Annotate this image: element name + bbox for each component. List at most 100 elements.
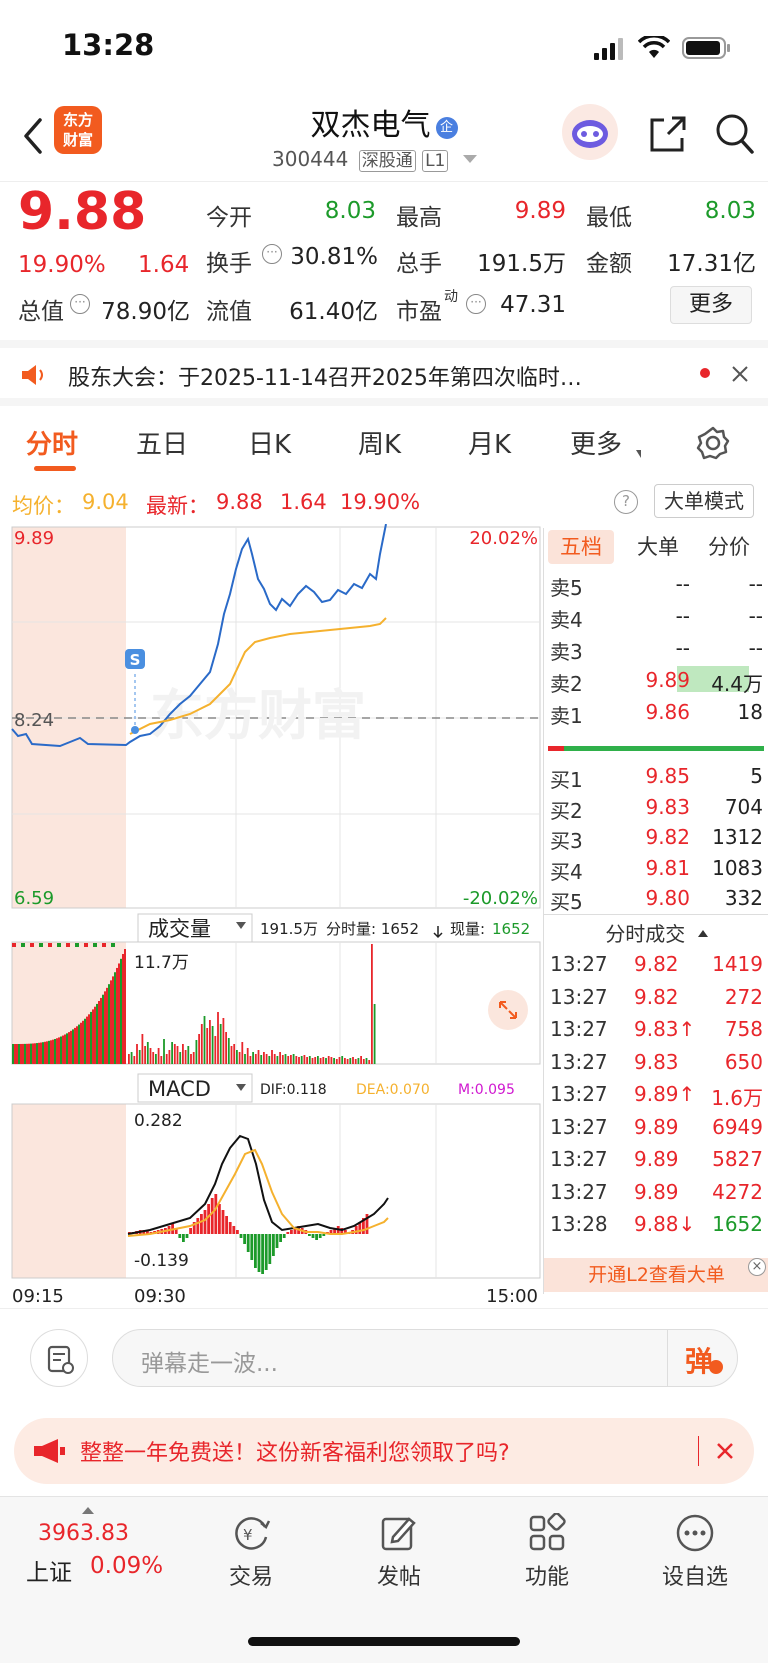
tab-daily-k[interactable]: 日K [248, 424, 291, 461]
volume-bar [279, 1052, 281, 1064]
macd-bar [225, 1216, 228, 1234]
volume-bar [122, 953, 124, 1064]
volume-bar [62, 1035, 64, 1064]
volume-bar [198, 1034, 200, 1064]
volume-bar [206, 1028, 209, 1064]
macd-dea-line [127, 1148, 389, 1237]
vol-selector: 成交量 [148, 917, 211, 941]
l2-banner[interactable]: 开通L2查看大单 [544, 1258, 768, 1292]
volume-bar [238, 1052, 241, 1064]
volume-bar [124, 949, 126, 1064]
ask-level: 卖5 [550, 576, 583, 600]
ask-volume: 4.4万 [711, 672, 763, 696]
macd-dif-line [127, 1134, 389, 1235]
trade-row: 13:27 9.89 6949 [544, 1111, 768, 1145]
note-icon[interactable] [30, 1329, 88, 1387]
volume-bar [26, 1043, 28, 1064]
volume-bar [284, 1054, 287, 1064]
search-icon[interactable] [714, 112, 756, 156]
tab-monthly-k[interactable]: 月K [468, 424, 511, 461]
close-icon[interactable] [716, 1442, 734, 1460]
bid-level: 买5 [550, 890, 583, 914]
ask-row: 卖1 9.86 18 [544, 696, 768, 728]
volume-bar [230, 1046, 233, 1064]
enterprise-badge: 企 [435, 117, 458, 139]
nav-trade[interactable]: ¥ 交易 [196, 1513, 306, 1591]
volume-bar [52, 1039, 54, 1064]
nav-post[interactable]: 发帖 [344, 1513, 454, 1591]
nav-functions[interactable]: 功能 [492, 1513, 602, 1591]
help-icon[interactable]: ? [614, 490, 638, 514]
intraday-chart-svg[interactable]: 东方财富9.898.246.5920.02%-20.02%S成交量 191.5万分… [0, 523, 545, 1308]
trade-time: 13:27 [550, 1082, 608, 1106]
volume-bar [319, 1058, 322, 1064]
trade-volume: 650 [724, 1049, 763, 1074]
turnover-value: 30.81% [290, 244, 378, 270]
ask-price: -- [675, 604, 690, 628]
nav-add-watchlist[interactable]: 设自选 [640, 1513, 750, 1591]
bid-row: 买5 9.80 332 [544, 882, 768, 914]
danmu-toggle-button[interactable]: 弹 [685, 1340, 713, 1380]
info-icon[interactable]: ··· [466, 294, 486, 314]
bid-volume: 332 [724, 886, 763, 910]
danmu-input[interactable]: 弹幕走一波... 弹 [112, 1329, 738, 1387]
trades-title[interactable]: 分时成交 [544, 918, 768, 947]
tab-intraday[interactable]: 分时 [26, 424, 78, 461]
macd-bar [250, 1234, 254, 1260]
info-icon[interactable]: ··· [262, 244, 282, 264]
volume-bar [98, 1000, 100, 1064]
notice-bar[interactable]: 股东大会：于2025-11-14召开2025年第四次临时… [0, 340, 768, 406]
trade-row: 13:27 9.89 5827 [544, 1143, 768, 1177]
volume-bar [190, 1054, 192, 1064]
promo-banner[interactable]: 整整一年免费送！这份新客福利您领取了吗? [14, 1418, 754, 1484]
ask-price: -- [675, 572, 690, 596]
tab-active-indicator [34, 466, 76, 471]
bottom-nav: 3963.83 上证 0.09% ¥ 交易 发帖 功能 设自选 [0, 1496, 768, 1663]
info-icon[interactable]: ··· [70, 294, 90, 314]
vol-bar-qty: 分时量: 1652 [326, 920, 419, 938]
volume-bar [165, 1054, 168, 1064]
share-icon[interactable] [648, 114, 688, 154]
trade-price: 9.89 [634, 1147, 679, 1171]
volume-bar [133, 1056, 136, 1064]
volume-bar [160, 1056, 163, 1064]
close-icon[interactable]: × [748, 1258, 766, 1276]
tab-5day[interactable]: 五日 [136, 424, 188, 461]
volume-bar [182, 1044, 184, 1064]
nav-post-label: 发帖 [376, 1565, 421, 1590]
period-tabs: 分时 五日 日K 周K 月K 更多 [0, 406, 768, 480]
macd-bar [272, 1234, 275, 1256]
volume-bar [271, 1050, 273, 1064]
tab-more[interactable]: 更多 [570, 424, 622, 461]
vol-now-value: 1652 [492, 920, 530, 938]
volume-bar [40, 1042, 42, 1064]
volume-bar [219, 1024, 222, 1064]
volume-bar [50, 1040, 52, 1064]
bid-volume: 1083 [712, 855, 763, 880]
settings-gear-icon[interactable] [696, 426, 730, 460]
volume-bar [75, 943, 79, 947]
latest-value: 9.88 [216, 490, 263, 514]
volume-bar [102, 943, 106, 947]
tab-price-dist[interactable]: 分价 [696, 530, 762, 564]
tab-weekly-k[interactable]: 周K [358, 424, 401, 461]
volume-bar [58, 1037, 60, 1064]
bid-price: 9.83 [645, 794, 690, 819]
code-line[interactable]: 300444 深股通 L1 [272, 146, 477, 172]
robot-avatar-icon[interactable] [562, 104, 618, 160]
volume-bar [84, 943, 88, 947]
more-button[interactable]: 更多 [670, 286, 752, 324]
tab-big-orders[interactable]: 大单 [628, 530, 688, 564]
trade-row: 13:27 9.83 650 [544, 1046, 768, 1080]
volume-bar [28, 1043, 30, 1064]
stock-code: 300444 [272, 147, 349, 171]
macd-bar [178, 1234, 182, 1238]
big-order-mode-button[interactable]: 大单模式 [654, 484, 754, 518]
volume-bar [144, 1046, 146, 1064]
tab-five-levels[interactable]: 五档 [548, 530, 614, 564]
close-icon[interactable] [730, 364, 750, 384]
volume-bar [111, 943, 115, 947]
intraday-chart-area[interactable]: 东方财富 9.89 8.24 6.59 20.02% -20.02% S 成交量 191.5万分… [0, 523, 545, 1308]
status-time: 13:28 [62, 28, 155, 62]
macd-bar [196, 1218, 200, 1234]
